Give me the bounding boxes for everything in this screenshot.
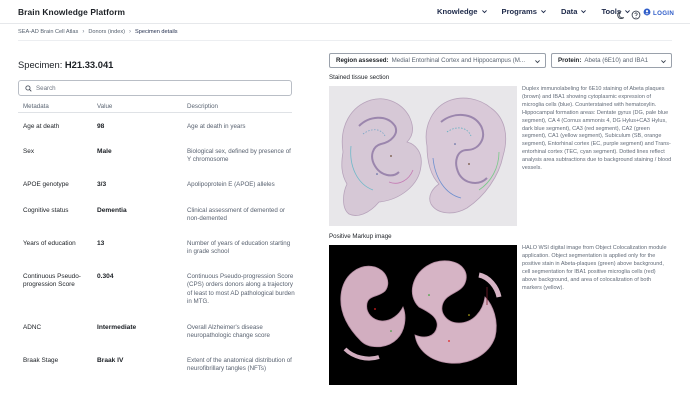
breadcrumb: SEA-AD Brain Cell Atlas › Donors (index)… xyxy=(18,29,178,35)
stained-section-caption: Duplex immunolabeling for 6E10 staining … xyxy=(522,86,672,172)
user-icon xyxy=(643,8,651,18)
nav-data-label: Data xyxy=(560,7,578,16)
region-select-label: Region assessed: xyxy=(336,57,389,64)
protein-select[interactable]: Protein: Abeta (6E10) and IBA1 xyxy=(551,53,672,68)
chevron-down-icon xyxy=(481,8,488,15)
row-metadata: Years of education xyxy=(23,240,76,247)
nav-data[interactable]: Data xyxy=(561,7,587,16)
protein-select-value: Abeta (6E10) and IBA1 xyxy=(584,57,649,64)
table-header: Metadata Value Description xyxy=(18,100,292,113)
markup-section-title: Positive Markup image xyxy=(329,233,392,240)
login-label: LOGIN xyxy=(653,9,675,17)
row-description: Biological sex, defined by presence of Y… xyxy=(187,148,291,164)
stained-section-title: Stained tissue section xyxy=(329,74,390,81)
chevron-right-icon: › xyxy=(129,29,131,35)
top-navigation-bar: Brain Knowledge Platform Knowledge Progr… xyxy=(0,0,690,24)
help-icon[interactable] xyxy=(631,7,641,20)
stained-tissue-image[interactable] xyxy=(329,86,517,226)
search-icon xyxy=(25,79,32,97)
row-metadata: Braak Stage xyxy=(23,357,59,364)
breadcrumb-donors[interactable]: Donors (index) xyxy=(88,29,125,35)
chevron-down-icon xyxy=(540,8,547,15)
markup-section-caption: HALO WSI digital image from Object Coloc… xyxy=(522,245,667,291)
row-metadata: Continuous Pseudo-progression Score xyxy=(23,273,81,288)
positive-markup-image[interactable] xyxy=(329,245,517,385)
row-value: Intermediate xyxy=(97,324,137,331)
row-description: Apolipoprotein E (APOE) alleles xyxy=(187,181,275,188)
metadata-table: Metadata Value Description Age at death … xyxy=(18,100,295,372)
region-select[interactable]: Region assessed: Medial Entorhinal Corte… xyxy=(329,53,546,68)
row-description: Overall Alzheimer's disease neuropatholo… xyxy=(187,324,270,340)
nav-knowledge-label: Knowledge xyxy=(437,7,478,16)
protein-select-label: Protein: xyxy=(558,57,582,64)
specimen-prefix: Specimen: xyxy=(18,59,63,70)
brand-title[interactable]: Brain Knowledge Platform xyxy=(18,7,125,17)
chevron-down-icon xyxy=(534,58,541,67)
row-metadata: Age at death xyxy=(23,123,60,130)
nav-programs[interactable]: Programs xyxy=(502,7,547,16)
row-metadata: Sex xyxy=(23,148,35,155)
row-description: Number of years of education starting in… xyxy=(187,240,291,256)
row-description: Extent of the anatomical distribution of… xyxy=(187,357,292,373)
chevron-right-icon: › xyxy=(82,29,85,35)
search-input[interactable] xyxy=(36,84,276,92)
row-description: Continuous Pseudo-progression Score (CPS… xyxy=(187,273,295,306)
row-value: Braak IV xyxy=(97,357,124,364)
row-description: Age at death in years xyxy=(187,123,246,130)
chevron-down-icon xyxy=(580,8,587,15)
login-button[interactable]: LOGIN xyxy=(643,8,674,18)
main-nav: Knowledge Programs Data Tools xyxy=(437,7,631,16)
row-value: 13 xyxy=(97,240,105,247)
row-value: Male xyxy=(97,148,112,155)
breadcrumb-atlas[interactable]: SEA-AD Brain Cell Atlas xyxy=(18,29,78,35)
page-title: Specimen: H21.33.041 xyxy=(18,59,113,70)
column-header-metadata[interactable]: Metadata xyxy=(23,103,49,110)
row-metadata: Cognitive status xyxy=(23,207,69,214)
column-header-value[interactable]: Value xyxy=(97,103,112,110)
specimen-id: H21.33.041 xyxy=(64,59,114,70)
moon-icon[interactable] xyxy=(617,7,627,20)
breadcrumb-current: Specimen details xyxy=(135,29,178,35)
row-metadata: APOE genotype xyxy=(23,181,69,188)
row-value: 0.304 xyxy=(97,273,114,280)
nav-programs-label: Programs xyxy=(501,7,537,16)
divider xyxy=(18,40,672,41)
row-value: 98 xyxy=(97,123,105,130)
chevron-down-icon xyxy=(660,58,667,67)
row-value: 3/3 xyxy=(97,181,107,188)
row-value: Dementia xyxy=(97,207,127,214)
search-box xyxy=(18,80,292,96)
row-description: Clinical assessment of demented or non-d… xyxy=(187,207,286,223)
nav-knowledge[interactable]: Knowledge xyxy=(437,7,488,16)
column-header-description[interactable]: Description xyxy=(187,103,218,110)
row-metadata: ADNC xyxy=(23,324,42,331)
region-select-value: Medial Entorhinal Cortex and Hippocampus… xyxy=(391,57,526,64)
